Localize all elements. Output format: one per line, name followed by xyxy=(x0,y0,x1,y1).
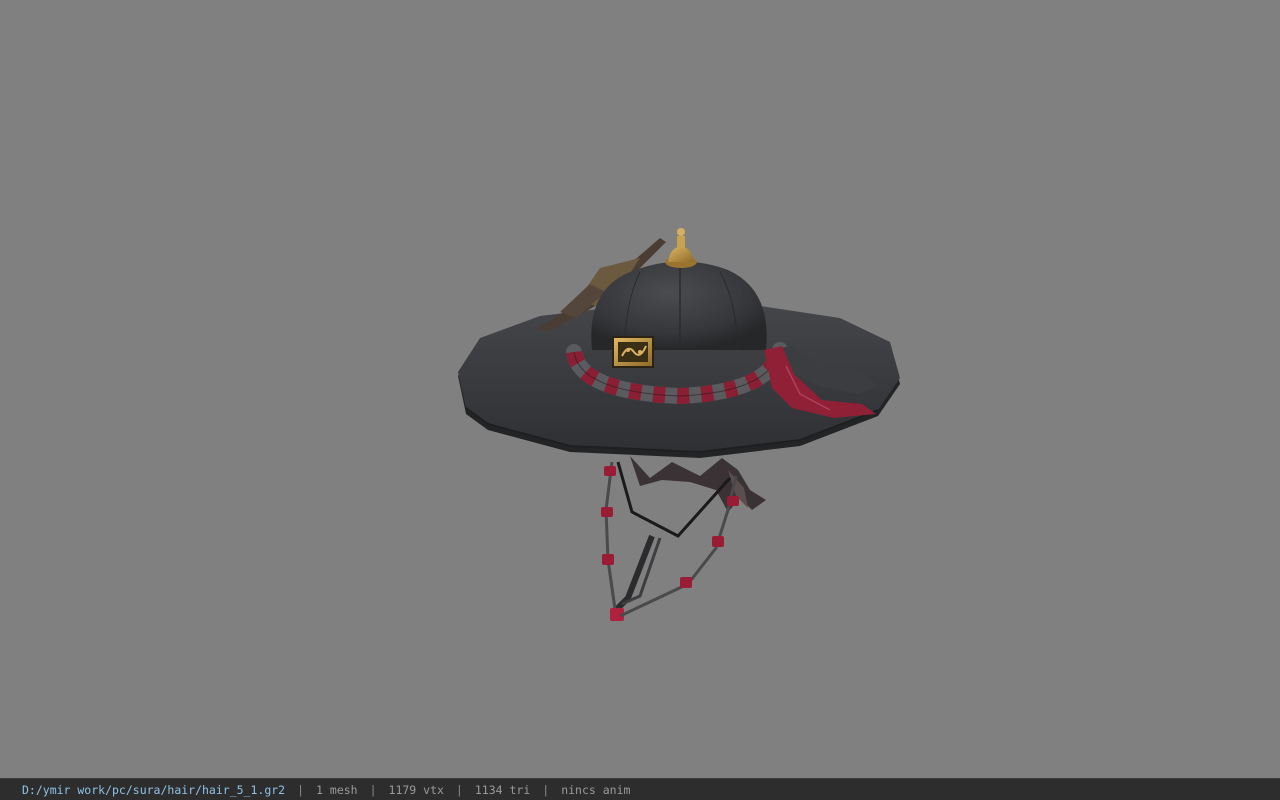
model-path: D:/ymir work/pc/sura/hair/hair_5_1.gr2 xyxy=(22,782,286,797)
hair-strands xyxy=(630,456,766,512)
finial-icon xyxy=(665,228,697,268)
status-separator: | xyxy=(455,782,463,797)
status-separator: | xyxy=(369,782,377,797)
status-separator: | xyxy=(542,782,550,797)
emblem-plaque xyxy=(612,336,654,368)
3d-viewport[interactable] xyxy=(0,0,1280,778)
status-separator: | xyxy=(297,782,305,797)
animation-status: nincs anim xyxy=(561,782,631,797)
hat-model xyxy=(458,228,900,621)
triangle-count: 1134 tri xyxy=(474,782,531,797)
status-bar: D:/ymir work/pc/sura/hair/hair_5_1.gr2 |… xyxy=(0,778,1280,800)
vertex-count: 1179 vtx xyxy=(388,782,444,797)
bead-cord-left xyxy=(601,461,624,621)
mesh-count: 1 mesh xyxy=(316,782,358,797)
